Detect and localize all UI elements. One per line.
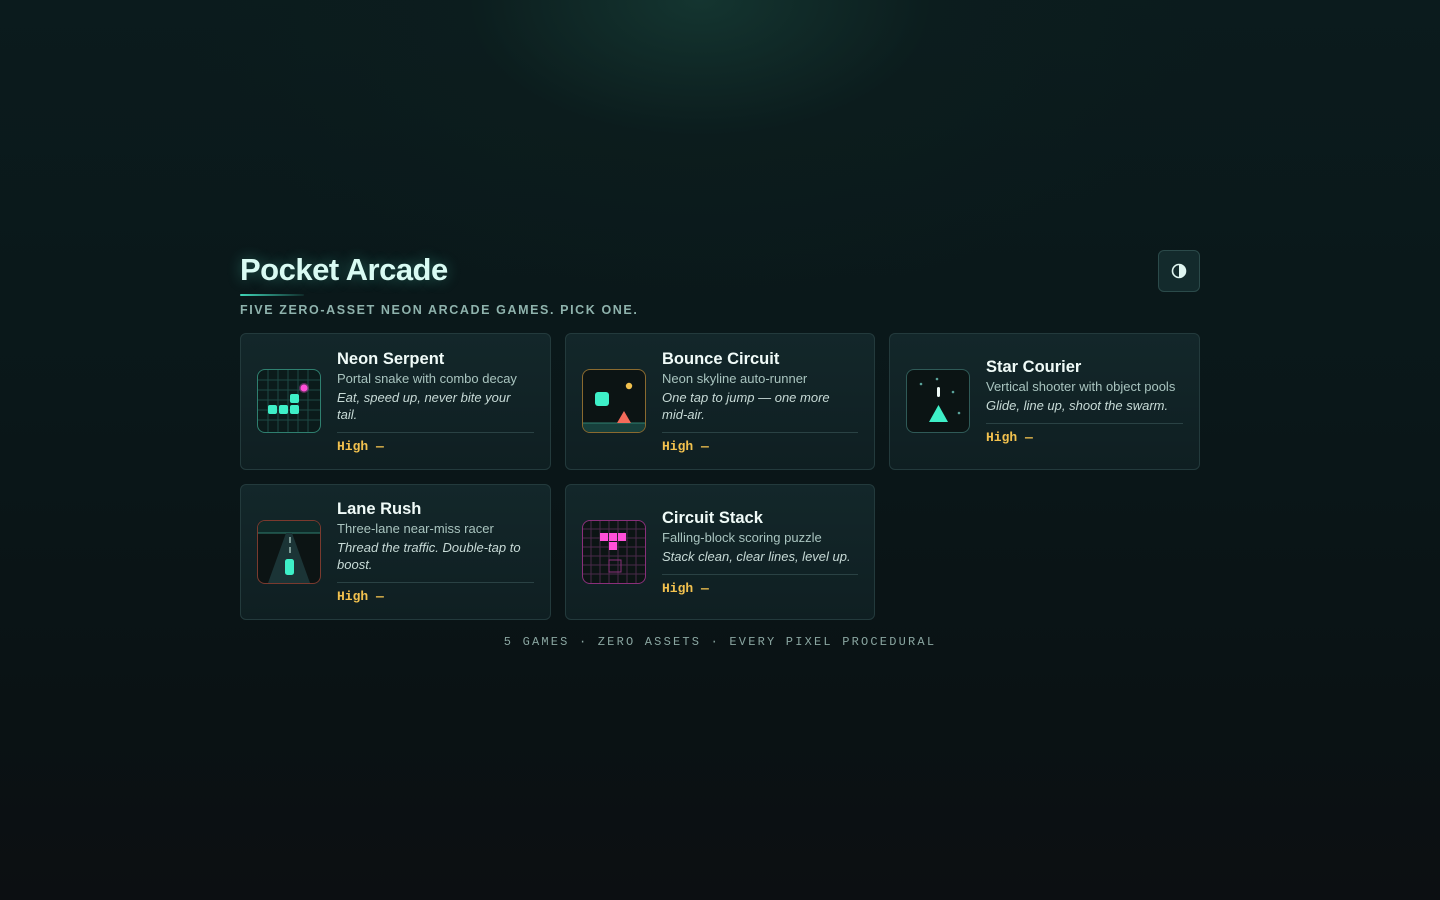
high-score: High — — [337, 589, 384, 604]
snake-icon — [257, 369, 321, 433]
game-tip: One tap to jump — one more mid-air. — [662, 389, 830, 422]
game-card-bounce-circuit[interactable]: Bounce Circuit Neon skyline auto-runner … — [565, 333, 875, 470]
spaceship-icon — [906, 369, 970, 433]
card-divider — [662, 431, 858, 433]
footer-text: 5 GAMES · ZERO ASSETS · EVERY PIXEL PROC… — [503, 635, 937, 649]
game-card-neon-serpent[interactable]: Neon Serpent Portal snake with combo dec… — [240, 333, 551, 470]
high-score: High — — [986, 430, 1033, 445]
game-description: Vertical shooter with object pools — [986, 379, 1176, 394]
tagline: FIVE ZERO-ASSET NEON ARCADE GAMES. PICK … — [240, 303, 639, 317]
game-description: Three-lane near-miss racer — [337, 521, 494, 536]
card-divider — [662, 573, 858, 575]
runner-icon — [582, 369, 646, 433]
page-title: Pocket Arcade — [240, 252, 448, 287]
game-card-star-courier[interactable]: Star Courier Vertical shooter with objec… — [889, 333, 1200, 470]
title-underline — [240, 294, 304, 296]
high-score: High — — [662, 580, 709, 596]
game-title: Bounce Circuit — [662, 349, 780, 368]
card-info: Lane Rush Three-lane near-miss racer Thr… — [337, 485, 534, 619]
game-tip: Eat, speed up, never bite your tail. — [337, 389, 511, 422]
game-title: Star Courier — [986, 358, 1082, 376]
game-description: Falling-block scoring puzzle — [662, 529, 822, 545]
game-card-circuit-stack[interactable]: Circuit Stack Falling-block scoring puzz… — [565, 484, 875, 620]
blocks-icon — [582, 520, 646, 584]
card-divider — [337, 431, 534, 433]
card-info: Circuit Stack Falling-block scoring puzz… — [662, 485, 858, 619]
road-icon — [257, 520, 321, 584]
game-description: Portal snake with combo decay — [337, 370, 517, 386]
header: Pocket Arcade FIVE ZERO-ASSET NEON ARCAD… — [240, 250, 1200, 334]
high-score: High — — [337, 438, 384, 454]
high-score: High — — [662, 438, 709, 454]
game-title: Lane Rush — [337, 500, 422, 518]
game-title: Circuit Stack — [662, 508, 763, 527]
contrast-icon — [1171, 263, 1187, 279]
card-info: Bounce Circuit Neon skyline auto-runner … — [662, 334, 858, 469]
game-tip: Glide, line up, shoot the swarm. — [986, 398, 1169, 413]
game-card-lane-rush[interactable]: Lane Rush Three-lane near-miss racer Thr… — [240, 484, 551, 620]
card-info: Star Courier Vertical shooter with objec… — [986, 334, 1183, 469]
card-divider — [986, 423, 1183, 424]
card-info: Neon Serpent Portal snake with combo dec… — [337, 334, 534, 469]
game-title: Neon Serpent — [337, 349, 445, 368]
game-tip: Stack clean, clear lines, level up. — [662, 548, 851, 564]
main-container: Pocket Arcade FIVE ZERO-ASSET NEON ARCAD… — [240, 250, 1200, 620]
game-description: Neon skyline auto-runner — [662, 370, 808, 386]
card-divider — [337, 582, 534, 583]
game-tip: Thread the traffic. Double-tap to boost. — [337, 540, 521, 572]
theme-toggle-button[interactable] — [1158, 250, 1200, 292]
